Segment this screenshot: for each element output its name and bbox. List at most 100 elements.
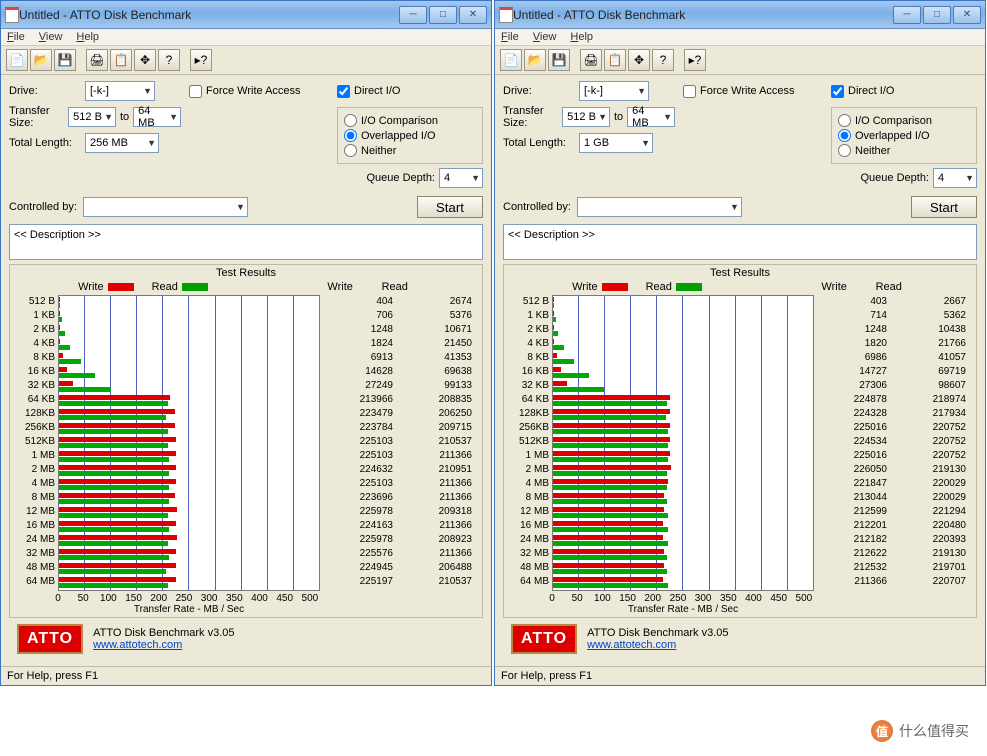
- start-button[interactable]: Start: [911, 196, 977, 218]
- bar-row: [59, 380, 319, 394]
- watermark-logo-icon: 值: [871, 720, 893, 742]
- direct-io-checkbox[interactable]: Direct I/O: [337, 85, 400, 98]
- menu-file[interactable]: File: [7, 31, 25, 43]
- titlebar[interactable]: Untitled - ATTO Disk Benchmark ─ □ ✕: [1, 1, 491, 29]
- new-button[interactable]: 📄: [500, 49, 522, 71]
- read-bar: [59, 317, 62, 322]
- print-button[interactable]: 🖨: [86, 49, 108, 71]
- chart-bars: [58, 295, 320, 591]
- description-input[interactable]: << Description >>: [503, 224, 977, 260]
- overlapped-io-radio[interactable]: Overlapped I/O: [838, 129, 930, 142]
- menu-help[interactable]: Help: [570, 31, 593, 43]
- controlled-by-label: Controlled by:: [503, 201, 571, 213]
- close-button[interactable]: ✕: [953, 6, 981, 24]
- write-bar: [59, 437, 176, 442]
- io-comparison-radio[interactable]: I/O Comparison: [344, 114, 438, 127]
- transfer-to-select[interactable]: 64 MB▼: [627, 107, 675, 127]
- status-bar: For Help, press F1: [495, 666, 985, 685]
- write-bar: [553, 325, 554, 330]
- transfer-to-select[interactable]: 64 MB▼: [133, 107, 181, 127]
- maximize-button[interactable]: □: [923, 6, 951, 24]
- read-bar: [553, 429, 668, 434]
- copy-button[interactable]: 📋: [110, 49, 132, 71]
- close-button[interactable]: ✕: [459, 6, 487, 24]
- y-axis-labels: 512 B1 KB2 KB4 KB8 KB16 KB32 KB64 KB128K…: [508, 295, 552, 591]
- help-button[interactable]: ?: [158, 49, 180, 71]
- transfer-size-label: Transfer Size:: [503, 105, 558, 129]
- titlebar[interactable]: Untitled - ATTO Disk Benchmark ─ □ ✕: [495, 1, 985, 29]
- start-button[interactable]: Start: [417, 196, 483, 218]
- queue-depth-select[interactable]: 4▼: [439, 168, 483, 188]
- read-bar: [553, 345, 564, 350]
- whats-this-button[interactable]: ▸?: [684, 49, 706, 71]
- write-bar: [553, 507, 664, 512]
- read-swatch-icon: [182, 283, 208, 291]
- x-axis-label: Transfer Rate - MB / Sec: [58, 604, 320, 615]
- bar-row: [59, 520, 319, 534]
- description-input[interactable]: << Description >>: [9, 224, 483, 260]
- bar-row: [553, 576, 813, 590]
- open-button[interactable]: 📂: [524, 49, 546, 71]
- read-bar: [59, 373, 95, 378]
- read-bar: [553, 457, 668, 462]
- menu-help[interactable]: Help: [76, 31, 99, 43]
- bar-row: [59, 394, 319, 408]
- write-bar: [553, 409, 670, 414]
- menu-view[interactable]: View: [39, 31, 63, 43]
- menu-file[interactable]: File: [501, 31, 519, 43]
- total-length-select[interactable]: 1 GB▼: [579, 133, 653, 153]
- watermark-text: 什么值得买: [899, 721, 969, 741]
- atto-logo-icon: ATTO: [17, 624, 83, 654]
- move-button[interactable]: ✥: [628, 49, 650, 71]
- results-panel: Test Results Write Read WriteRead 512 B1…: [503, 264, 977, 618]
- io-comparison-radio[interactable]: I/O Comparison: [838, 114, 932, 127]
- read-swatch-icon: [676, 283, 702, 291]
- write-bar: [59, 521, 176, 526]
- save-button[interactable]: 💾: [54, 49, 76, 71]
- neither-radio[interactable]: Neither: [838, 144, 890, 157]
- write-bar: [553, 493, 664, 498]
- menu-view[interactable]: View: [533, 31, 557, 43]
- read-bar: [59, 541, 168, 546]
- move-button[interactable]: ✥: [134, 49, 156, 71]
- minimize-button[interactable]: ─: [399, 6, 427, 24]
- controlled-by-select[interactable]: ▼: [83, 197, 248, 217]
- queue-depth-select[interactable]: 4▼: [933, 168, 977, 188]
- write-bar: [59, 549, 176, 554]
- neither-radio[interactable]: Neither: [344, 144, 396, 157]
- product-url-link[interactable]: www.attotech.com: [93, 639, 182, 651]
- save-button[interactable]: 💾: [548, 49, 570, 71]
- product-url-link[interactable]: www.attotech.com: [587, 639, 676, 651]
- write-bar: [59, 339, 60, 344]
- transfer-from-select[interactable]: 512 B▼: [68, 107, 116, 127]
- minimize-button[interactable]: ─: [893, 6, 921, 24]
- toolbar: 📄 📂 💾 🖨 📋 ✥ ? ▸?: [495, 46, 985, 75]
- force-write-checkbox[interactable]: Force Write Access: [189, 85, 301, 98]
- transfer-from-select[interactable]: 512 B▼: [562, 107, 610, 127]
- print-button[interactable]: 🖨: [580, 49, 602, 71]
- maximize-button[interactable]: □: [429, 6, 457, 24]
- drive-select[interactable]: [-k-]▼: [579, 81, 649, 101]
- overlapped-io-radio[interactable]: Overlapped I/O: [344, 129, 436, 142]
- open-button[interactable]: 📂: [30, 49, 52, 71]
- read-bar: [553, 401, 667, 406]
- read-bar: [59, 583, 168, 588]
- read-bar: [59, 429, 168, 434]
- bar-row: [553, 324, 813, 338]
- direct-io-checkbox[interactable]: Direct I/O: [831, 85, 894, 98]
- total-length-select[interactable]: 256 MB▼: [85, 133, 159, 153]
- force-write-checkbox[interactable]: Force Write Access: [683, 85, 795, 98]
- drive-select[interactable]: [-k-]▼: [85, 81, 155, 101]
- write-bar: [59, 395, 170, 400]
- help-button[interactable]: ?: [652, 49, 674, 71]
- drive-label: Drive:: [9, 85, 81, 97]
- bar-row: [553, 352, 813, 366]
- new-button[interactable]: 📄: [6, 49, 28, 71]
- bar-row: [59, 338, 319, 352]
- copy-button[interactable]: 📋: [604, 49, 626, 71]
- read-bar: [59, 513, 168, 518]
- whats-this-button[interactable]: ▸?: [190, 49, 212, 71]
- product-name: ATTO Disk Benchmark v3.05: [93, 627, 234, 639]
- controlled-by-select[interactable]: ▼: [577, 197, 742, 217]
- bar-row: [553, 338, 813, 352]
